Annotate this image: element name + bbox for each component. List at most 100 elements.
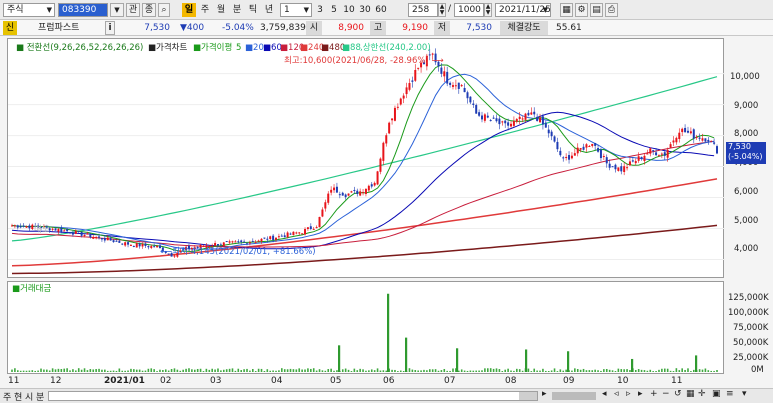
save-button[interactable]: ▤ [590, 3, 603, 17]
low-annotation: ⟵최저:4,145(2021/02/01, +81.66%) [160, 246, 316, 257]
volume-bar [77, 368, 80, 372]
tab-day[interactable]: 일 [182, 3, 196, 17]
tab-year[interactable]: 년 [262, 3, 276, 17]
horizontal-scrollbar[interactable] [48, 391, 538, 401]
market-select[interactable]: 주식 ▼ [3, 3, 55, 17]
volume-bar [417, 370, 419, 372]
count-input[interactable]: 258 [408, 3, 438, 17]
volume-bar [51, 368, 54, 372]
price-chart[interactable]: ■ 전환선(9,26,26,52,26,26,26) ■가격차트 ■가격이평 5 ■20… [8, 39, 725, 279]
volume-chart[interactable]: ■거래대금 [8, 282, 725, 375]
minute-5-button[interactable]: 5 [328, 3, 340, 17]
date-picker[interactable]: 2021/11/25 ▼ [495, 3, 551, 17]
volume-bar [173, 368, 176, 372]
info-button[interactable]: i [105, 21, 115, 35]
bottom-tab-week[interactable]: 주 [3, 390, 11, 403]
tab-month[interactable]: 월 [214, 3, 228, 17]
time-axis: 11 12 2021/01 02 03 04 05 06 07 08 09 10… [0, 375, 773, 388]
volume-bar [179, 370, 182, 372]
calendar-button[interactable]: ▦ [560, 3, 573, 17]
price-tick: 4,000 [734, 244, 759, 254]
volume-spike [567, 351, 570, 372]
crosshair-icon[interactable]: ✛ [698, 389, 706, 399]
search-button[interactable]: ⌕ [158, 3, 170, 17]
total-stepper[interactable]: ▲ ▼ [484, 3, 492, 17]
candle-body [289, 233, 292, 235]
alert-button[interactable]: 종 [142, 3, 156, 17]
candle-body [243, 241, 246, 243]
volume-bar [312, 368, 315, 372]
volume-bar [150, 368, 153, 372]
volume-bar [649, 369, 652, 372]
volume-bar [275, 370, 277, 372]
candle-body [92, 236, 95, 239]
candle-body [60, 228, 63, 232]
print-button[interactable]: ⎙ [605, 3, 618, 17]
volume-bar [426, 370, 428, 372]
candle-body [515, 119, 518, 122]
candle-body [582, 146, 585, 150]
stock-name: 프럼파스트 [38, 23, 80, 33]
zoom-out-icon[interactable]: − [662, 389, 670, 399]
candle-body [144, 243, 147, 246]
candle-body [66, 229, 69, 232]
scroll-right-icon[interactable]: ▸ [542, 389, 547, 399]
bottom-tab-time[interactable]: 시 [25, 390, 33, 403]
count-stepper[interactable]: ▲ ▼ [438, 3, 446, 17]
scrollbar-thumb[interactable] [519, 392, 537, 400]
price-tick: 9,000 [734, 101, 759, 111]
candle-body [330, 189, 333, 193]
zoom-slider[interactable] [552, 392, 596, 400]
volume-bar [289, 368, 292, 372]
maximize-icon[interactable]: ▣ [712, 389, 721, 399]
bottom-tab-current[interactable]: 현 [14, 390, 22, 403]
volume-spike [456, 348, 459, 372]
candle-body [112, 240, 115, 243]
candle-body [483, 114, 486, 121]
volume-bar [63, 368, 66, 372]
chevron-down-icon[interactable]: ▾ [742, 389, 747, 399]
candle-body [393, 107, 396, 121]
price-chart-panel[interactable]: ■ 전환선(9,26,26,52,26,26,26) ■가격차트 ■가격이평 5 ■20… [7, 38, 725, 279]
tab-tick[interactable]: 틱 [246, 3, 260, 17]
code-input[interactable]: 083390 [58, 3, 108, 17]
candle-body [277, 236, 280, 238]
candle-body [655, 152, 658, 156]
zoom-in-icon[interactable]: + [650, 389, 658, 399]
first-page-icon[interactable]: ◂ [602, 389, 607, 399]
tab-week[interactable]: 주 [198, 3, 212, 17]
volume-bar [672, 371, 675, 372]
volume-tick: 25,000K [733, 353, 769, 363]
reset-icon[interactable]: ↺ [674, 389, 682, 399]
mode-button[interactable]: 관 [126, 3, 140, 17]
volume-bar [498, 369, 501, 372]
list-icon[interactable]: ≡ [726, 389, 734, 399]
volume-bar [431, 369, 434, 372]
volume-bar [623, 369, 625, 372]
bottom-tab-minute[interactable]: 분 [36, 390, 44, 403]
settings-button[interactable]: ⚙ [575, 3, 588, 17]
prev-icon[interactable]: ◃ [614, 389, 619, 399]
grid-icon[interactable]: ▦ [686, 389, 695, 399]
interval-select[interactable]: 1 ▼ [280, 3, 312, 17]
volume-bar [681, 368, 683, 372]
minute-3-button[interactable]: 3 [314, 3, 326, 17]
candle-body [280, 235, 283, 237]
candle-body [312, 228, 315, 230]
tab-minute[interactable]: 분 [230, 3, 244, 17]
volume-bar [92, 369, 95, 372]
code-dropdown-button[interactable]: ▼ [110, 3, 124, 17]
total-input[interactable]: 1000 [454, 3, 484, 17]
volume-chart-panel[interactable]: ■거래대금 [7, 281, 724, 374]
minute-10-button[interactable]: 10 [342, 3, 356, 17]
candle-body [565, 156, 568, 158]
candle-body [327, 193, 330, 203]
minute-60-button[interactable]: 60 [374, 3, 388, 17]
volume-bar [507, 368, 509, 372]
last-page-icon[interactable]: ▸ [638, 389, 643, 399]
candle-body [141, 243, 144, 247]
next-icon[interactable]: ▹ [626, 389, 631, 399]
candle-body [216, 244, 219, 246]
minute-30-button[interactable]: 30 [358, 3, 372, 17]
volume-bar [663, 368, 666, 372]
